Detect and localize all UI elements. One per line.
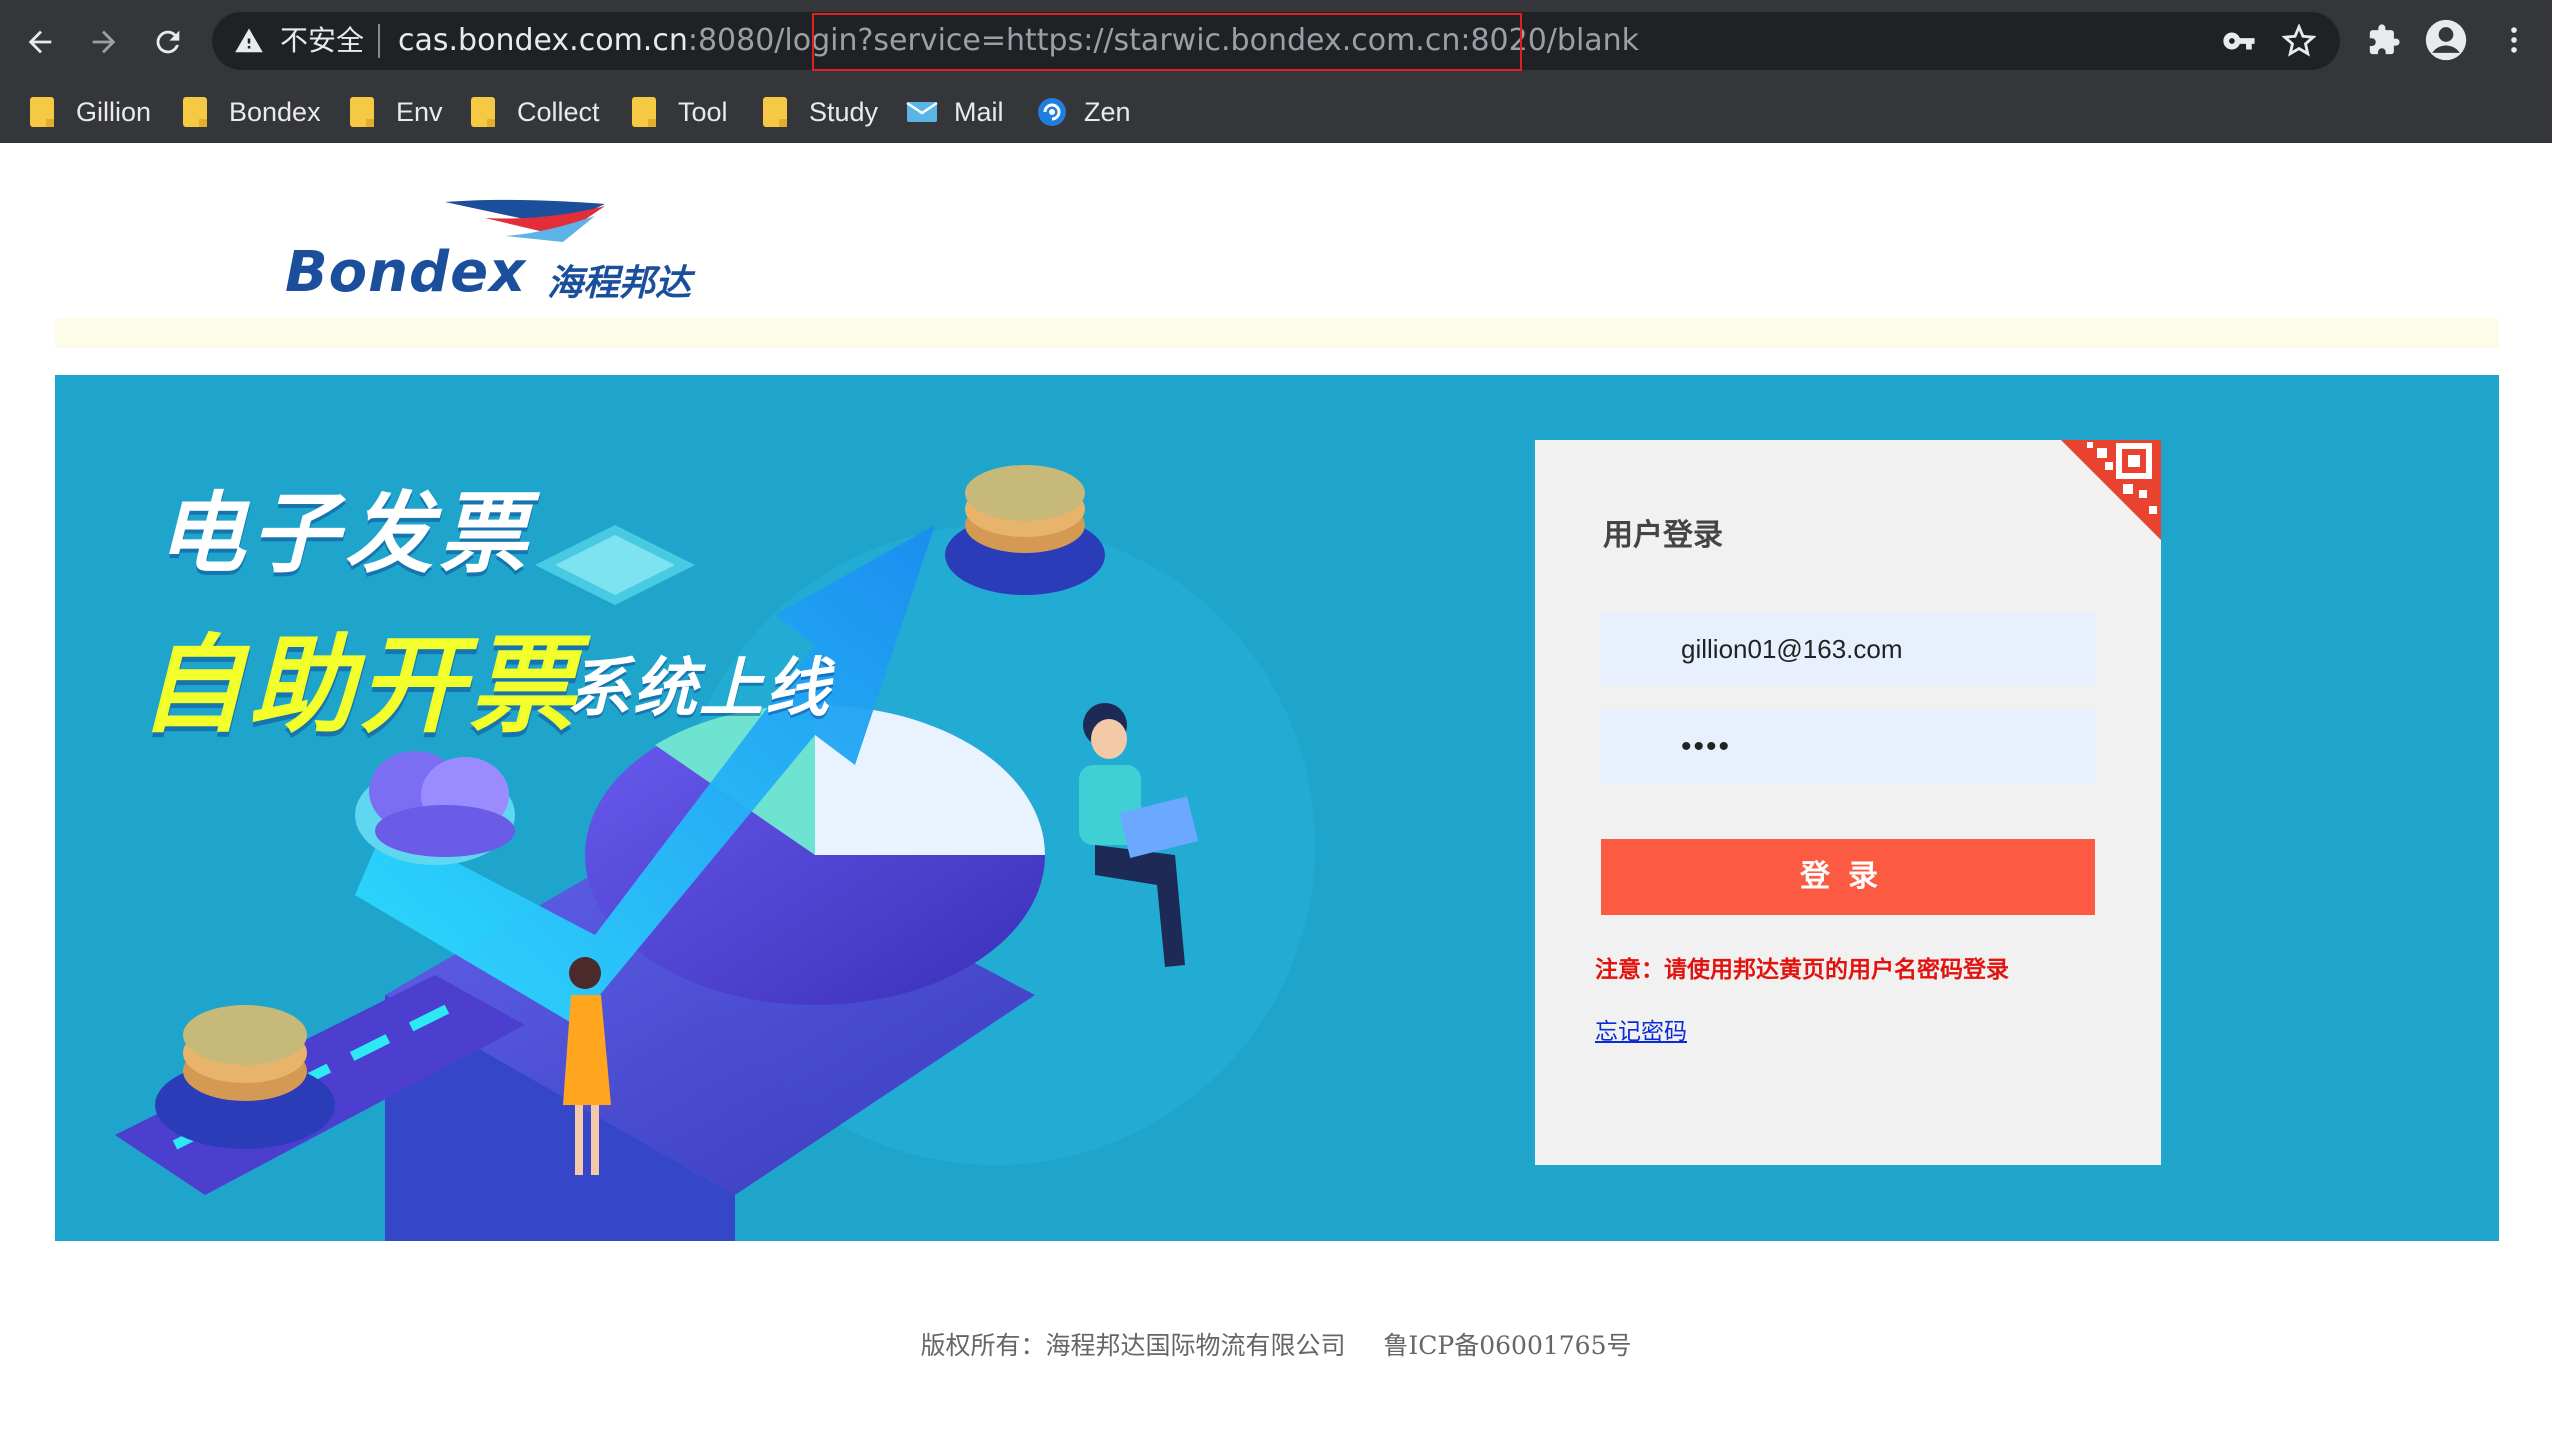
bookmark-label: Mail xyxy=(954,96,1004,127)
bookmark-label: Gillion xyxy=(76,96,152,127)
key-icon[interactable] xyxy=(2222,24,2256,58)
banner-headline-einvoice: 电子发票 xyxy=(157,482,534,585)
bookmark-zen[interactable]: Zen xyxy=(1036,90,1131,134)
folder-icon xyxy=(471,97,495,127)
bookmark-env[interactable]: Env xyxy=(350,90,443,134)
logo-wordmark: Bondex xyxy=(285,240,527,305)
password-input[interactable] xyxy=(1599,710,2097,784)
bookmark-collect[interactable]: Collect xyxy=(471,90,600,134)
bookmark-tool[interactable]: Tool xyxy=(632,90,728,134)
folder-icon xyxy=(183,97,207,127)
forward-button[interactable] xyxy=(76,14,132,70)
arrow-right-icon xyxy=(92,30,116,54)
bookmark-gillion[interactable]: Gillion xyxy=(30,90,151,134)
browser-chrome: 不安全 cas.bondex.com.cn:8080/login?service… xyxy=(0,0,2552,143)
bookmark-bondex[interactable]: Bondex xyxy=(183,90,321,134)
bookmark-label: Env xyxy=(396,96,443,127)
company-logo[interactable]: Bondex 海程邦达 xyxy=(285,196,705,306)
arrow-left-icon xyxy=(28,30,52,54)
bookmark-label: Zen xyxy=(1084,96,1131,127)
zen-icon xyxy=(1038,98,1066,126)
bookmark-label: Study xyxy=(809,96,879,127)
star-icon[interactable] xyxy=(2282,24,2316,58)
bookmark-label: Collect xyxy=(517,96,600,127)
logo-chinese-name: 海程邦达 xyxy=(547,263,692,304)
banner-headline-selfservice: 自助开票 xyxy=(139,624,579,747)
more-vert-icon xyxy=(2511,27,2517,53)
folder-icon xyxy=(350,97,374,127)
url-highlight-box xyxy=(812,13,1522,71)
footer-copyright: 版权所有：海程邦达国际物流有限公司 xyxy=(920,1331,1346,1360)
bookmark-label: Bondex xyxy=(229,96,321,127)
login-button[interactable]: 登录 xyxy=(1601,839,2095,915)
qr-code-icon[interactable] xyxy=(2061,440,2161,540)
forgot-password-link[interactable]: 忘记密码 xyxy=(1595,1012,1687,1046)
bookmark-study[interactable]: Study xyxy=(763,90,878,134)
extensions-button[interactable] xyxy=(2362,18,2406,62)
bookmarks-bar: Gillion Bondex Env Collect Tool Study Ma… xyxy=(0,84,2552,140)
footer: 版权所有：海程邦达国际物流有限公司 鲁ICP备06001765号 xyxy=(0,1326,2552,1362)
warning-icon xyxy=(235,28,263,53)
header-divider-bar xyxy=(55,318,2499,348)
folder-icon xyxy=(763,97,787,127)
divider xyxy=(378,24,380,58)
menu-button[interactable] xyxy=(2492,18,2536,62)
bookmark-mail[interactable]: Mail xyxy=(906,90,1004,134)
reload-icon xyxy=(156,30,180,54)
puzzle-icon xyxy=(2369,24,2400,55)
url-host: cas.bondex.com.cn xyxy=(398,23,688,58)
mail-icon xyxy=(906,101,938,122)
login-panel: 用户登录 登录 注意：请使用邦达黄页的用户名密码登录 忘记密码 xyxy=(1535,440,2161,1165)
profile-button[interactable] xyxy=(2424,18,2468,62)
security-label[interactable]: 不安全 xyxy=(280,20,364,62)
username-input[interactable] xyxy=(1599,612,2097,686)
bookmark-label: Tool xyxy=(678,96,728,127)
folder-icon xyxy=(30,97,54,127)
banner-headline-launch: 系统上线 xyxy=(567,652,831,726)
folder-icon xyxy=(632,97,656,127)
back-button[interactable] xyxy=(12,14,68,70)
login-notice: 注意：请使用邦达黄页的用户名密码登录 xyxy=(1595,957,2009,983)
account-icon xyxy=(2425,19,2467,61)
reload-button[interactable] xyxy=(140,14,196,70)
login-title: 用户登录 xyxy=(1603,518,1723,553)
footer-icp[interactable]: 鲁ICP备06001765号 xyxy=(1383,1331,1631,1360)
